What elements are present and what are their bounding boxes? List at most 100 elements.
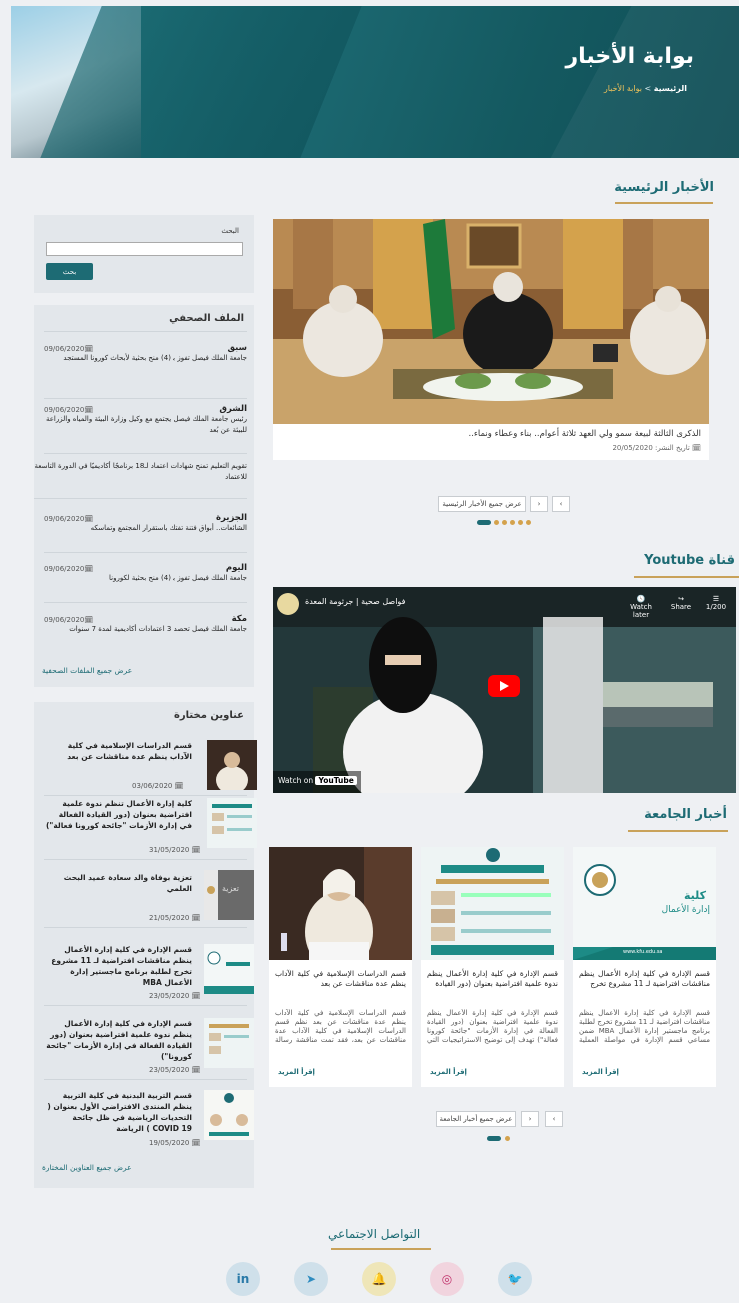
news-card-graphic <box>269 847 412 960</box>
main-news-date: 🗓 تاريخ النشر: 20/05/2020 <box>612 444 701 452</box>
selected-all-link[interactable]: عرض جميع العناوين المختارة <box>42 1163 132 1172</box>
uni-news-prev-button[interactable]: ‹ <box>545 1111 563 1127</box>
press-item[interactable]: الشرق 09/06/2020🗓 رئيس جامعة الملك فيصل … <box>44 404 247 454</box>
main-news-next-button[interactable]: › <box>530 496 548 512</box>
watch-later-button[interactable]: 🕓 Watch later <box>621 595 661 619</box>
selected-item-title[interactable]: قسم الإدارة في كلية إدارة الأعمال ينظم م… <box>44 944 192 988</box>
press-title: الملف الصحفي <box>169 313 244 324</box>
read-more-link[interactable]: إقرأ المزيد <box>278 1068 315 1076</box>
carousel-dot[interactable] <box>510 520 515 525</box>
press-item[interactable]: مكة 09/06/2020🗓 جامعة الملك فيصل تحصد 3 … <box>44 614 247 662</box>
share-button[interactable]: ↪ Share <box>666 595 696 611</box>
news-card-excerpt: قسم الإدارة في كلية إدارة الأعمال ينظم ن… <box>427 1009 558 1044</box>
search-panel: البحث بحث <box>34 215 254 293</box>
uni-news-next-button[interactable]: › <box>521 1111 539 1127</box>
read-more-link[interactable]: إقرأ المزيد <box>582 1068 619 1076</box>
selected-panel: عناوين مختارة قسم الدراسات الإسلامية في … <box>34 702 257 1188</box>
selected-item-date: 31/05/2020 🗓 <box>149 846 200 854</box>
press-text[interactable]: رئيس جامعة الملك فيصل يجتمع مع وكيل وزار… <box>44 414 247 436</box>
carousel-dot[interactable] <box>526 520 531 525</box>
selected-item-title[interactable]: قسم الدراسات الإسلامية في كلية الآداب ين… <box>44 740 192 762</box>
telegram-icon[interactable]: ➤ <box>294 1262 328 1296</box>
main-news-image[interactable] <box>273 219 709 424</box>
press-item[interactable]: تقويم التعليم تمنح شهادات اعتماد لـ18 بر… <box>34 461 247 499</box>
main-news-all-button[interactable]: عرض جميع الأخبار الرئيسية <box>438 496 526 512</box>
selected-thumb <box>204 1018 254 1068</box>
selected-thumb <box>207 798 257 848</box>
carousel-dot-active[interactable] <box>477 520 491 525</box>
selected-item-title[interactable]: كلية إدارة الأعمال تنظم ندوة علمية افترا… <box>44 798 192 831</box>
page-title: بوابة الأخبار <box>565 44 694 69</box>
main-news-title: الأخبار الرئيسية <box>614 180 714 195</box>
thumb-text: تعزية <box>222 884 240 893</box>
news-card-heading[interactable]: قسم الدراسات الإسلامية في كلية الآداب ين… <box>275 969 406 989</box>
selected-item[interactable]: قسم الإدارة في كلية إدارة الأعمال ينظم ن… <box>44 1018 254 1080</box>
news-card-excerpt: قسم الإدارة في كلية إدارة الأعمال ينظم م… <box>579 1009 710 1044</box>
main-news-prev-button[interactable]: ‹ <box>552 496 570 512</box>
social-underline <box>331 1248 431 1250</box>
news-card-image: كلية إدارة الأعمال www.kfu.edu.sa <box>573 847 716 960</box>
breadcrumb-home[interactable]: الرئيسية <box>654 84 687 93</box>
carousel-dot-active[interactable] <box>487 1136 501 1141</box>
playlist-button[interactable]: ☰ 1/200 <box>701 595 731 611</box>
read-more-link[interactable]: إقرأ المزيد <box>430 1068 467 1076</box>
selected-item-title[interactable]: قسم الإدارة في كلية إدارة الأعمال ينظم ن… <box>44 1018 192 1062</box>
calendar-icon: 🗓 <box>191 992 201 1000</box>
search-button[interactable]: بحث <box>46 263 93 280</box>
press-text[interactable]: جامعة الملك فيصل تفوز ﺑ (4) منح بحثية لأ… <box>44 353 247 364</box>
press-date-value: 09/06/2020 <box>44 565 85 573</box>
carousel-dot[interactable] <box>494 520 499 525</box>
chevron-right-icon: › <box>528 1115 532 1123</box>
carousel-dot[interactable] <box>505 1136 510 1141</box>
press-text[interactable]: تقويم التعليم تمنح شهادات اعتماد لـ18 بر… <box>34 461 247 483</box>
instagram-icon[interactable]: ◎ <box>430 1262 464 1296</box>
news-card[interactable]: كلية إدارة الأعمال www.kfu.edu.sa قسم ال… <box>573 847 716 1087</box>
selected-item-title[interactable]: تعزية بوفاة والد سعادة عميد البحث العلمي <box>44 872 192 894</box>
press-date-value: 09/06/2020 <box>44 515 85 523</box>
selected-item[interactable]: قسم الدراسات الإسلامية في كلية الآداب ين… <box>44 740 257 796</box>
carousel-dot[interactable] <box>518 520 523 525</box>
press-text[interactable]: جامعة الملك فيصل تفوز ﺑ (4) منح بحثية لك… <box>44 573 247 584</box>
share-icon: ↪ <box>678 595 684 603</box>
thumb-graphic <box>204 1018 254 1068</box>
press-item[interactable]: سبق 09/06/2020🗓 جامعة الملك فيصل تفوز ﺑ … <box>44 343 247 399</box>
press-date-value: 09/06/2020 <box>44 616 85 624</box>
playlist-count: 1/200 <box>705 603 727 611</box>
watch-on-youtube[interactable]: Watch on YouTube <box>278 776 357 785</box>
press-text[interactable]: جامعة الملك فيصل تحصد 3 اعتمادات أكاديمي… <box>44 624 247 635</box>
press-date: 09/06/2020🗓 <box>44 345 93 353</box>
selected-item-date: 21/05/2020 🗓 <box>149 914 200 922</box>
hero-banner: بوابة الأخبار الرئيسية > بوابة الأخبار <box>11 6 739 158</box>
youtube-video-player[interactable]: فواصل صحية | جرثومة المعدة 🕓 Watch later … <box>273 587 736 793</box>
press-item[interactable]: الجزيرة 09/06/2020🗓 الشائعات.. أبواق فتن… <box>44 513 247 553</box>
date-value: 23/05/2020 <box>149 992 190 1000</box>
snapchat-icon[interactable]: 🔔 <box>362 1262 396 1296</box>
press-text[interactable]: الشائعات.. أبواق فتنة تفتك باستقرار المج… <box>44 523 247 534</box>
search-input[interactable] <box>46 242 243 256</box>
selected-item[interactable]: كلية إدارة الأعمال تنظم ندوة علمية افترا… <box>44 798 257 860</box>
selected-item[interactable]: تعزية تعزية بوفاة والد سعادة عميد البحث … <box>44 866 254 928</box>
news-card[interactable]: قسم الدراسات الإسلامية في كلية الآداب ين… <box>269 847 412 1087</box>
press-date-value: 09/06/2020 <box>44 406 85 414</box>
main-news-caption[interactable]: الذكرى الثالثة لبيعة سمو ولي العهد ثلاثة… <box>273 424 709 460</box>
twitter-icon[interactable]: 🐦 <box>498 1262 532 1296</box>
breadcrumb-current: بوابة الأخبار <box>603 84 642 93</box>
news-card-graphic <box>421 847 564 960</box>
press-all-link[interactable]: عرض جميع الملفات الصحفية <box>42 666 132 675</box>
youtube-title: قناة Youtube <box>644 553 735 568</box>
breadcrumb: الرئيسية > بوابة الأخبار <box>604 84 687 93</box>
selected-item-title[interactable]: قسم التربية البدنية في كلية التربية ينظم… <box>44 1090 192 1134</box>
video-title[interactable]: فواصل صحية | جرثومة المعدة <box>305 597 405 606</box>
selected-item[interactable]: قسم الإدارة في كلية إدارة الأعمال ينظم م… <box>44 944 254 1006</box>
linkedin-icon[interactable]: in <box>226 1262 260 1296</box>
press-item[interactable]: اليوم 09/06/2020🗓 جامعة الملك فيصل تفوز … <box>44 563 247 603</box>
press-date-value: 09/06/2020 <box>44 345 85 353</box>
carousel-dot[interactable] <box>502 520 507 525</box>
playlist-icon: ☰ <box>712 595 720 603</box>
selected-item[interactable]: قسم التربية البدنية في كلية التربية ينظم… <box>44 1090 254 1152</box>
news-card-heading[interactable]: قسم الإدارة في كلية إدارة الأعمال ينظم م… <box>579 969 710 989</box>
main-news-headline[interactable]: الذكرى الثالثة لبيعة سمو ولي العهد ثلاثة… <box>469 429 702 439</box>
news-card-heading[interactable]: قسم الإدارة في كلية إدارة الأعمال ينظم ن… <box>427 969 558 989</box>
uni-news-all-button[interactable]: عرض جميع أخبار الجامعة <box>436 1111 516 1127</box>
news-card[interactable]: قسم الإدارة في كلية إدارة الأعمال ينظم ن… <box>421 847 564 1087</box>
